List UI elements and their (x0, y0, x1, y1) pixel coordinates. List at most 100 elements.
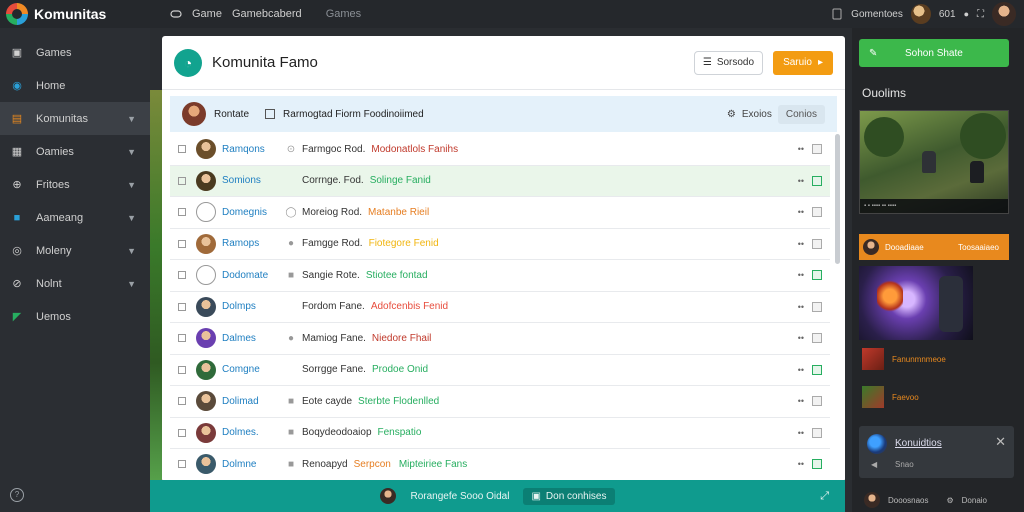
table-row[interactable]: Ramops ● Famgge Rod. Fiotegore Fenid •• (170, 229, 830, 260)
profile-avatar[interactable] (992, 2, 1016, 26)
chevron-down-icon[interactable]: ▼ (127, 279, 136, 289)
more-icon[interactable]: •• (798, 270, 804, 280)
table-row[interactable]: Dolmes. ■ Boqydeodoaiop Fenspatio •• (170, 418, 830, 449)
sidebar-item-komunitas[interactable]: ▤ Komunitas ▼ (0, 102, 150, 135)
row-action-icon[interactable] (812, 396, 822, 407)
featured-artwork[interactable] (859, 266, 973, 340)
row-checkbox[interactable] (178, 208, 186, 217)
sidebar-item-fritoes[interactable]: ⊕ Fritoes ▼ (0, 168, 150, 201)
more-icon[interactable]: •• (798, 302, 804, 312)
nav-third[interactable]: Games (326, 8, 361, 20)
row-tag[interactable]: Fenspatio (378, 427, 422, 438)
sidebar-item-aameang[interactable]: ■ Aameang ▼ (0, 201, 150, 234)
chevron-down-icon[interactable]: ▼ (127, 114, 136, 124)
row-tag[interactable]: Mipteiriee Fans (399, 459, 467, 470)
row-name[interactable]: Domegnis (222, 207, 284, 218)
bottom-strip-button[interactable]: ▣ Don conhises (523, 487, 615, 505)
row-action-icon[interactable] (812, 144, 822, 155)
featured-bar[interactable]: Dooadiaae Toosaaiaeo (859, 234, 1009, 260)
row-action-icon[interactable] (812, 364, 822, 375)
row-checkbox[interactable] (178, 145, 186, 154)
row-name[interactable]: Dolmes. (222, 427, 284, 438)
table-row[interactable]: Dolmne ■ Renoapyd Serpcon Mipteiriee Fans •• (170, 449, 830, 481)
footer-avatar[interactable] (864, 492, 880, 508)
action-button[interactable]: Saruio ▸ (773, 50, 833, 75)
row-tag[interactable]: Sterbte Flodenlled (358, 396, 439, 407)
help-icon[interactable]: ? (10, 488, 24, 502)
row-checkbox[interactable] (178, 365, 186, 374)
notification-card[interactable]: Konuidtios ✕ ◀ Snao (859, 426, 1014, 478)
more-icon[interactable]: •• (798, 176, 804, 186)
more-icon[interactable]: •• (798, 396, 804, 406)
chevron-down-icon[interactable]: ▼ (127, 213, 136, 223)
row-action-icon[interactable] (812, 238, 822, 249)
app-logo[interactable]: Komunitas (6, 3, 156, 25)
notification-title[interactable]: Konuidtios (895, 438, 942, 449)
user-icon[interactable] (831, 8, 843, 20)
row-name[interactable]: Dolmps (222, 301, 284, 312)
sidebar-item-games[interactable]: ▣ Games (0, 36, 150, 69)
row-tag[interactable]: Serpcon (354, 459, 391, 470)
more-icon[interactable]: •• (798, 144, 804, 154)
row-tag[interactable]: Solinge Fanid (370, 175, 431, 186)
more-icon[interactable]: •• (798, 428, 804, 438)
mini-item[interactable]: Fanunmnmeoe (862, 348, 946, 370)
row-tag[interactable]: Prodoe Onid (372, 364, 428, 375)
scrollbar[interactable] (835, 134, 840, 264)
row-action-icon[interactable] (812, 333, 822, 344)
nav-second[interactable]: Gamebcaberd (232, 8, 302, 20)
game-screenshot[interactable]: ▪ ▪ ▪▪▪▪ ▪▪ ▪▪▪▪ (859, 110, 1009, 214)
bell-icon[interactable]: ⛶ (977, 9, 984, 20)
row-checkbox[interactable] (178, 302, 186, 311)
table-row[interactable]: Dolmps Fordom Fane. Adofcenbis Fenid •• (170, 292, 830, 323)
chevron-down-icon[interactable]: ▼ (127, 246, 136, 256)
row-name[interactable]: Dolimad (222, 396, 284, 407)
sidebar-item-uemos[interactable]: ◤ Uemos (0, 300, 150, 333)
row-name[interactable]: Dolmne (222, 459, 284, 470)
row-action-icon[interactable] (812, 207, 822, 218)
row-checkbox[interactable] (178, 176, 186, 185)
row-checkbox[interactable] (178, 334, 186, 343)
select-all-checkbox[interactable] (265, 109, 276, 119)
top-right-label[interactable]: Gomentoes (851, 9, 903, 20)
row-tag[interactable]: Niedore Fhail (372, 333, 431, 344)
row-checkbox[interactable] (178, 428, 186, 437)
row-name[interactable]: Ramops (222, 238, 284, 249)
table-row[interactable]: Domegnis ◯ Moreiog Rod. Matanbe Rieil •• (170, 197, 830, 229)
more-icon[interactable]: •• (798, 365, 804, 375)
row-tag[interactable]: Adofcenbis Fenid (371, 301, 448, 312)
row-checkbox[interactable] (178, 397, 186, 406)
row-name[interactable]: Ramqons (222, 144, 284, 155)
table-row[interactable]: Comgne Sorrgge Fane. Prodoe Onid •• (170, 355, 830, 386)
row-checkbox[interactable] (178, 239, 186, 248)
row-tag[interactable]: Stiotee fontad (366, 270, 428, 281)
row-checkbox[interactable] (178, 460, 186, 469)
settings-icon[interactable]: ⚙ (946, 496, 953, 505)
share-button[interactable]: ✎ Sohon Shate (859, 39, 1009, 67)
row-name[interactable]: Comgne (222, 364, 284, 375)
filter-button[interactable]: ☰ Sorsodo (693, 50, 764, 75)
row-checkbox[interactable] (178, 271, 186, 280)
row-action-icon[interactable] (812, 301, 822, 312)
table-row[interactable]: Ramqons ⊙ Farmgoc Rod. Modonatlols Fanihs •• (170, 134, 830, 166)
expand-icon[interactable]: ⤢ (820, 490, 829, 503)
row-name[interactable]: Dodomate (222, 270, 284, 281)
top-avatar[interactable] (910, 4, 931, 24)
mini-item[interactable]: Faevoo (862, 386, 919, 408)
more-icon[interactable]: •• (798, 333, 804, 343)
chevron-down-icon[interactable]: ▼ (127, 180, 136, 190)
table-row[interactable]: Somions Corrnge. Fod. Solinge Fanid •• (170, 165, 830, 197)
close-icon[interactable]: ✕ (995, 434, 1006, 450)
list-header-right-label[interactable]: Exoios (742, 109, 772, 120)
sidebar-item-oamies[interactable]: ▦ Oamies ▼ (0, 135, 150, 168)
sidebar-item-home[interactable]: ◉ Home (0, 69, 150, 102)
row-action-icon[interactable] (812, 459, 822, 470)
more-icon[interactable]: •• (798, 239, 804, 249)
row-action-icon[interactable] (812, 175, 822, 186)
more-icon[interactable]: •• (798, 459, 804, 469)
table-row[interactable]: Dalmes ● Mamiog Fane. Niedore Fhail •• (170, 323, 830, 355)
row-action-icon[interactable] (812, 427, 822, 438)
row-tag[interactable]: Matanbe Rieil (368, 207, 429, 218)
row-tag[interactable]: Fiotegore Fenid (369, 238, 439, 249)
sidebar-item-nolnt[interactable]: ⊘ Nolnt ▼ (0, 267, 150, 300)
